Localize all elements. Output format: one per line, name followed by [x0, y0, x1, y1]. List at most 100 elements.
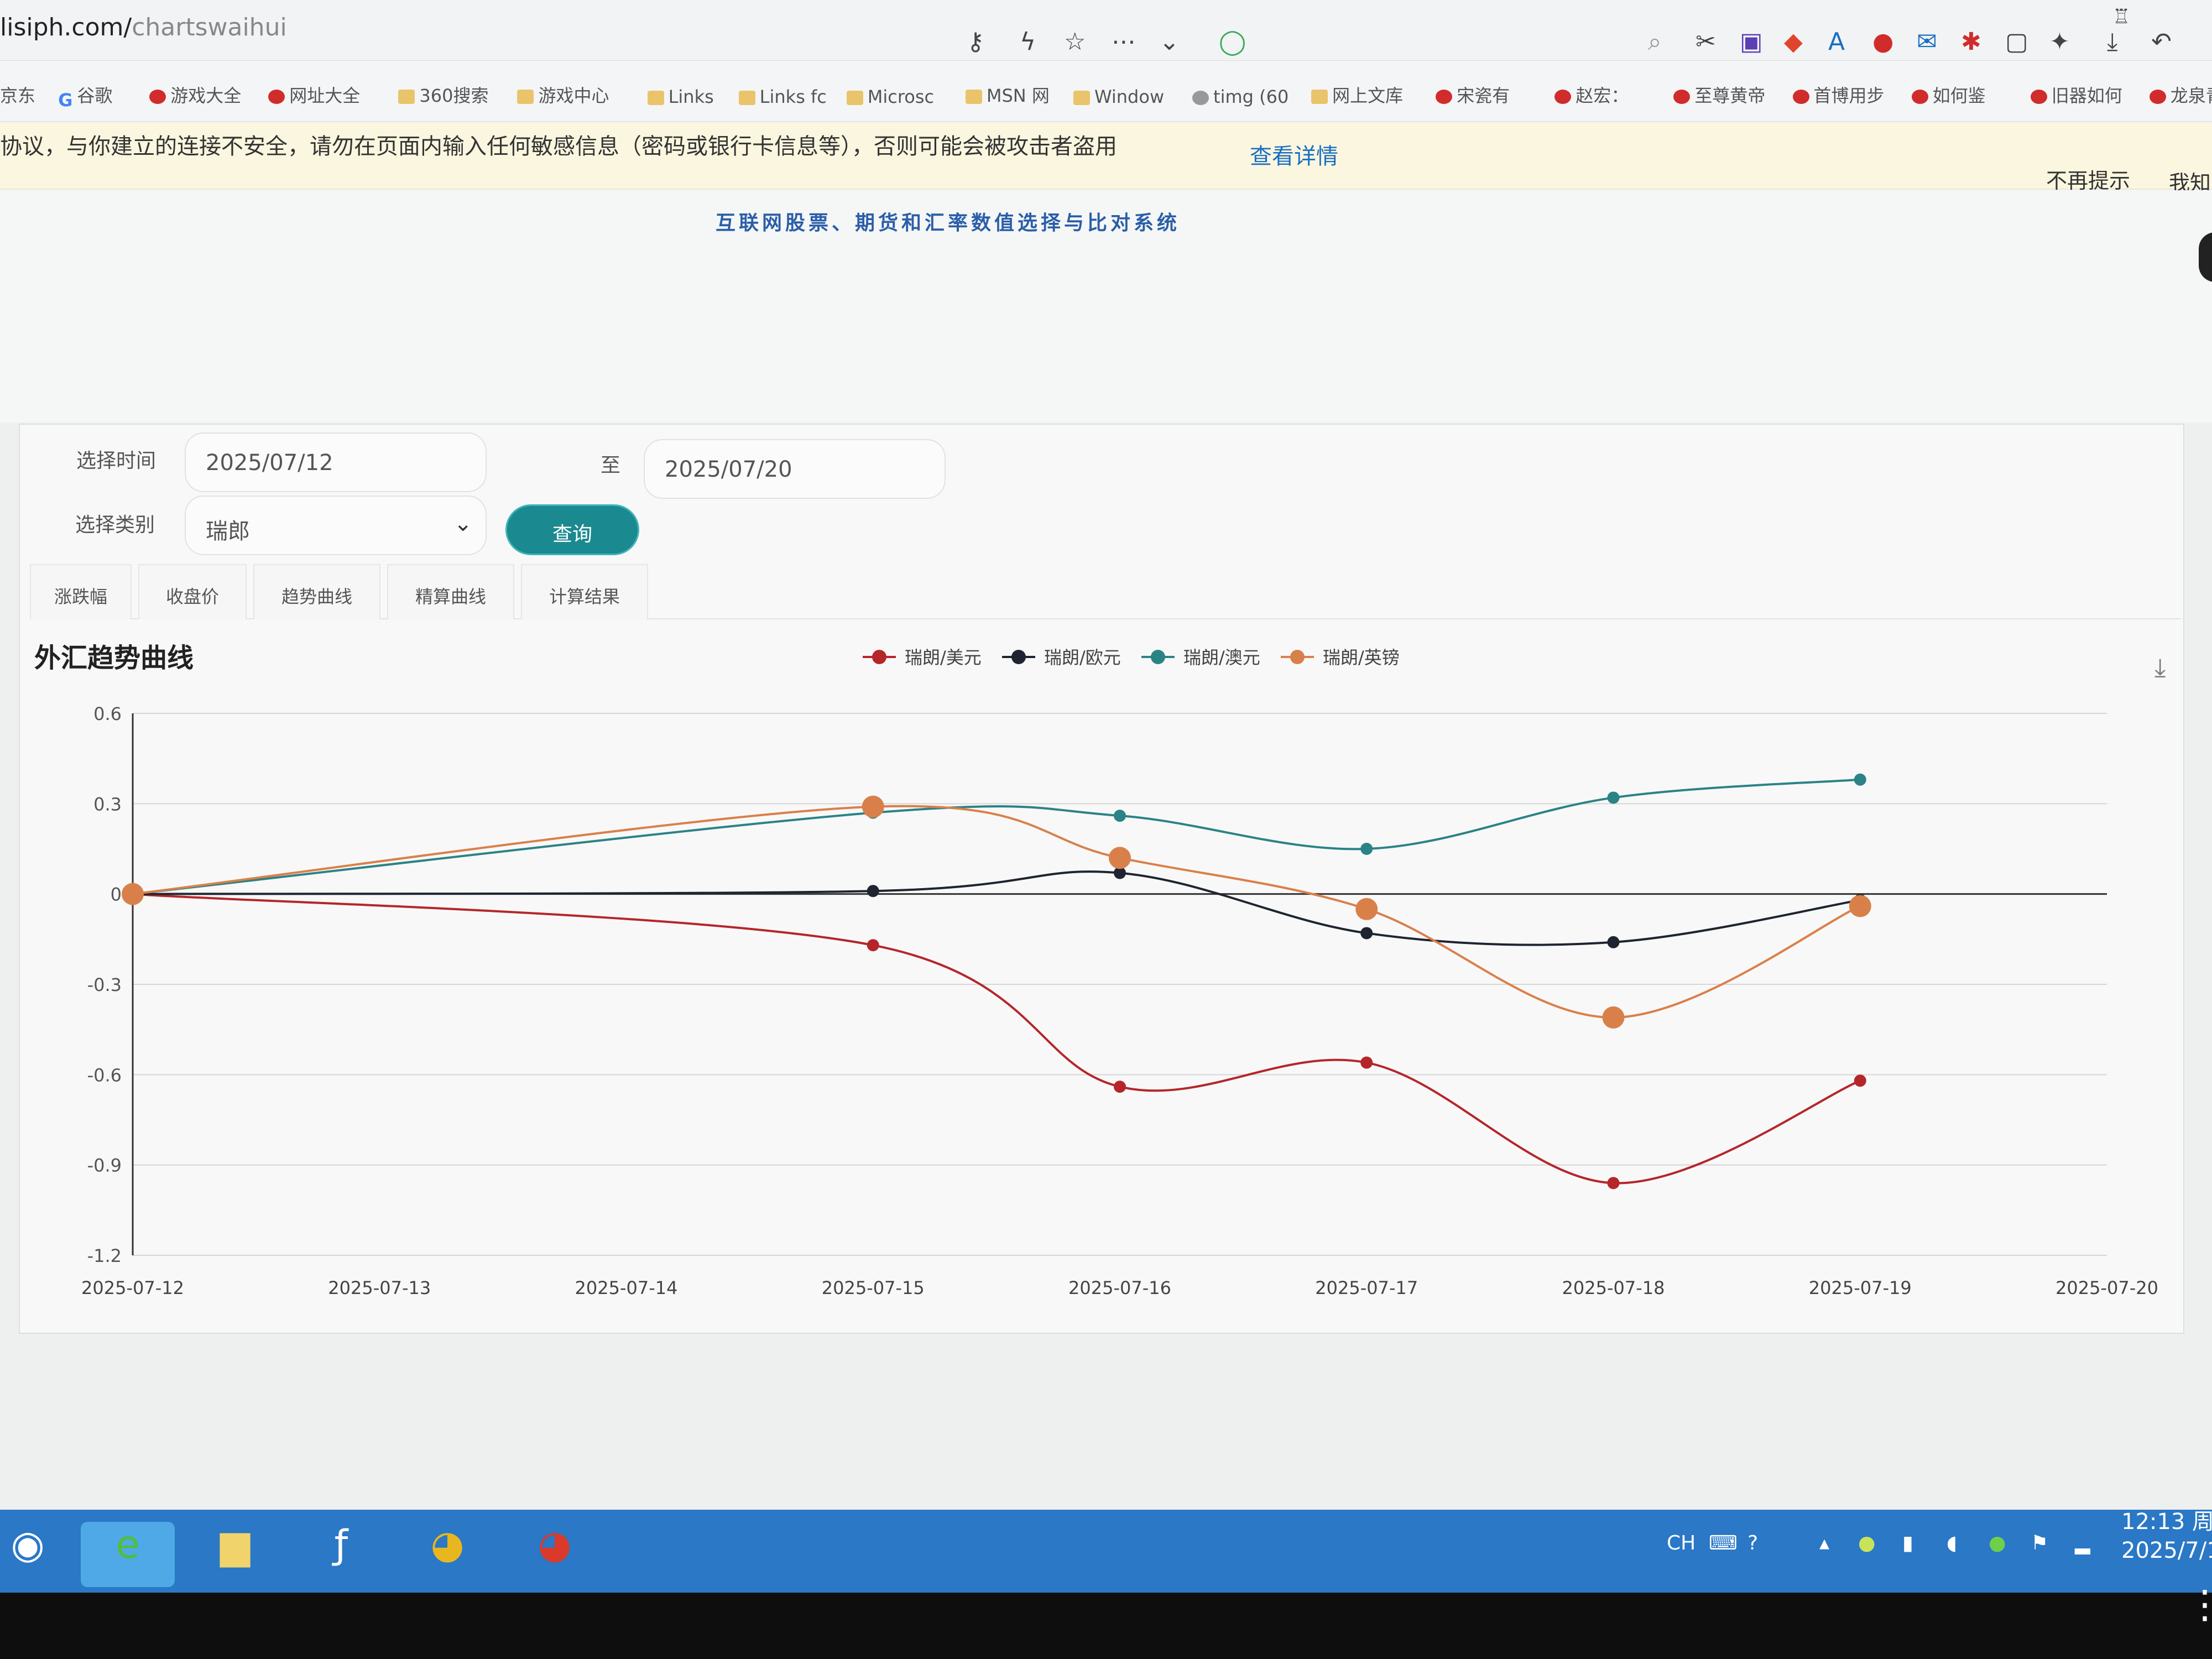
download-icon[interactable]: ⤓ [2107, 28, 2117, 56]
star-icon[interactable]: ☆ [1064, 28, 1086, 56]
chevron-down-icon[interactable]: ⌄ [1159, 28, 1180, 56]
weibo-icon[interactable]: ● [1872, 28, 1893, 56]
start-button-icon[interactable]: ◉ [0, 1522, 55, 1587]
action-center-icon[interactable]: ⚑ [2031, 1532, 2048, 1554]
bookmark-item[interactable]: 网上文库 [1311, 82, 1427, 107]
address-bar[interactable]: lisiph.com/chartswaihui [0, 13, 287, 41]
security-icon[interactable]: ● [1858, 1532, 1875, 1554]
weibo-icon [2149, 90, 2166, 104]
mail-icon[interactable]: ✉ [1917, 28, 1937, 56]
bookmark-item[interactable]: 首博用步 [1792, 82, 1903, 107]
chrome-icon[interactable]: ◕ [400, 1522, 494, 1587]
tab-actuarial-curve[interactable]: 精算曲线 [387, 564, 514, 619]
view-details-link[interactable]: 查看详情 [1250, 138, 1338, 170]
category-select[interactable]: 瑞郎 ⌄ [185, 495, 487, 555]
bookmark-label: 京东 [0, 85, 36, 106]
system-clock[interactable]: 12:13 周 2025/7/1 [2121, 1507, 2212, 1565]
bookmark-item[interactable]: MSN 网 [965, 82, 1065, 107]
bookmark-item[interactable]: Window [1073, 86, 1184, 107]
chrome-icon[interactable]: ◕ [508, 1522, 602, 1587]
shirt-icon[interactable]: ♖ [2112, 6, 2130, 28]
bookmark-item[interactable]: 360搜索 [398, 82, 509, 107]
more-options-icon[interactable]: ⋮ [2185, 1582, 2212, 1627]
bookmark-label: 如何鉴 [1932, 85, 1986, 106]
puzzle-icon[interactable]: ✦ [2049, 28, 2070, 56]
query-button[interactable]: 查询 [505, 504, 639, 555]
url-host: lisiph.com/ [0, 13, 132, 41]
folder-icon [647, 91, 664, 105]
bookmark-label: 360搜索 [419, 85, 489, 106]
tab-calc-result[interactable]: 计算结果 [521, 564, 648, 619]
bookmark-item[interactable]: Links fc [738, 86, 838, 107]
weibo-icon [1911, 90, 1928, 104]
flash-icon[interactable]: ƒ [294, 1522, 388, 1587]
category-value: 瑞郎 [206, 519, 250, 544]
bookmark-item[interactable]: 赵宏： [1554, 82, 1665, 107]
tray-expand-icon[interactable]: ▴ [1819, 1532, 1829, 1554]
more-icon[interactable]: ⋯ [1112, 28, 1136, 56]
bookmark-item[interactable]: 旧器如何 [2030, 82, 2141, 107]
google-icon: G [58, 90, 73, 107]
search-engine-icon[interactable]: ◯ [1219, 28, 1246, 56]
bookmark-item[interactable]: 游戏大全 [149, 82, 260, 107]
bookmark-item[interactable]: 龙泉青瓷 [2149, 82, 2212, 107]
bookmark-item[interactable]: G 谷歌 [58, 82, 141, 107]
network-globe-icon[interactable]: ● [1989, 1532, 2006, 1554]
undo-icon[interactable]: ↶ [2151, 28, 2172, 56]
bookmark-item[interactable]: 京东 [0, 82, 50, 107]
folder-icon [1073, 91, 1090, 105]
bookmark-item[interactable]: 游戏中心 [517, 82, 639, 107]
security-warning-text: 协议，与你建立的连接不安全，请勿在页面内输入任何敏感信息（密码或银行卡信息等），… [0, 134, 1117, 159]
chevron-down-icon: ⌄ [453, 511, 472, 536]
ie-browser-icon[interactable]: e [81, 1522, 175, 1587]
usb-icon[interactable]: ▮ [1902, 1532, 1913, 1554]
weibo-icon [1792, 90, 1809, 104]
lightning-icon[interactable]: ϟ [1020, 28, 1036, 56]
bookmark-label: 游戏大全 [170, 85, 242, 106]
bookmark-item[interactable]: 宋瓷有 [1436, 82, 1546, 107]
keyboard-icon[interactable]: ⌨ [1709, 1532, 1738, 1554]
dont-show-again-button[interactable]: 不再提示 [2046, 164, 2130, 194]
bookmark-item[interactable]: 至尊黄帝 [1673, 82, 1784, 107]
folder-icon[interactable]: ▆ [188, 1522, 282, 1587]
help-icon[interactable]: ? [1747, 1532, 1758, 1554]
tab-bar: 涨跌幅 收盘价 趋势曲线 精算曲线 计算结果 [30, 564, 2181, 619]
window-icon[interactable]: ▢ [2005, 28, 2028, 56]
tab-change-rate[interactable]: 涨跌幅 [30, 564, 132, 619]
bookmark-label: 龙泉青瓷 [2170, 85, 2212, 106]
bookmark-label: Microsc [867, 86, 935, 107]
bookmark-item[interactable]: Links [647, 86, 731, 107]
bookmark-item[interactable]: 如何鉴 [1911, 82, 2022, 107]
screen-bottom [0, 1593, 2212, 1659]
end-date-input[interactable]: 2025/07/20 [644, 439, 946, 499]
scissors-icon[interactable]: ✂ [1695, 28, 1716, 56]
input-method-indicator[interactable]: CH [1667, 1532, 1695, 1554]
search-icon[interactable]: ⌕ [1648, 28, 1662, 56]
folder-icon [965, 90, 982, 104]
url-path: chartswaihui [132, 13, 287, 41]
key-icon[interactable]: ⚷ [967, 28, 984, 56]
tab-close-price[interactable]: 收盘价 [138, 564, 247, 619]
flower-icon[interactable]: ✱ [1961, 28, 1981, 56]
bookmark-label: 旧器如何 [2051, 85, 2122, 106]
to-label: 至 [601, 454, 621, 477]
signal-icon[interactable]: ▂ [2075, 1532, 2090, 1554]
bookmark-item[interactable]: Microsc [846, 86, 957, 107]
extension-icon[interactable]: ▣ [1740, 28, 1763, 56]
clock-date: 2025/7/1 [2121, 1538, 2212, 1563]
query-panel [19, 424, 2184, 1334]
tab-trend-curve[interactable]: 趋势曲线 [253, 564, 380, 619]
bookmark-item[interactable]: timg (60 [1192, 86, 1303, 107]
translate-icon[interactable]: A [1828, 28, 1845, 56]
start-date-input[interactable]: 2025/07/12 [185, 432, 487, 492]
bookmark-label: 网上文库 [1332, 85, 1404, 106]
globe-icon [149, 90, 166, 104]
bookmark-item[interactable]: 网址大全 [268, 82, 390, 107]
bookmark-label: timg (60 [1213, 86, 1289, 107]
volume-icon[interactable]: ◖ [1947, 1532, 1957, 1554]
bookmark-label: Links fc [759, 86, 827, 107]
game-icon[interactable]: ◆ [1784, 28, 1803, 56]
360-icon [398, 90, 415, 104]
clock-time: 12:13 周 [2121, 1509, 2212, 1535]
download-icon[interactable]: ⤓ [2154, 653, 2166, 684]
